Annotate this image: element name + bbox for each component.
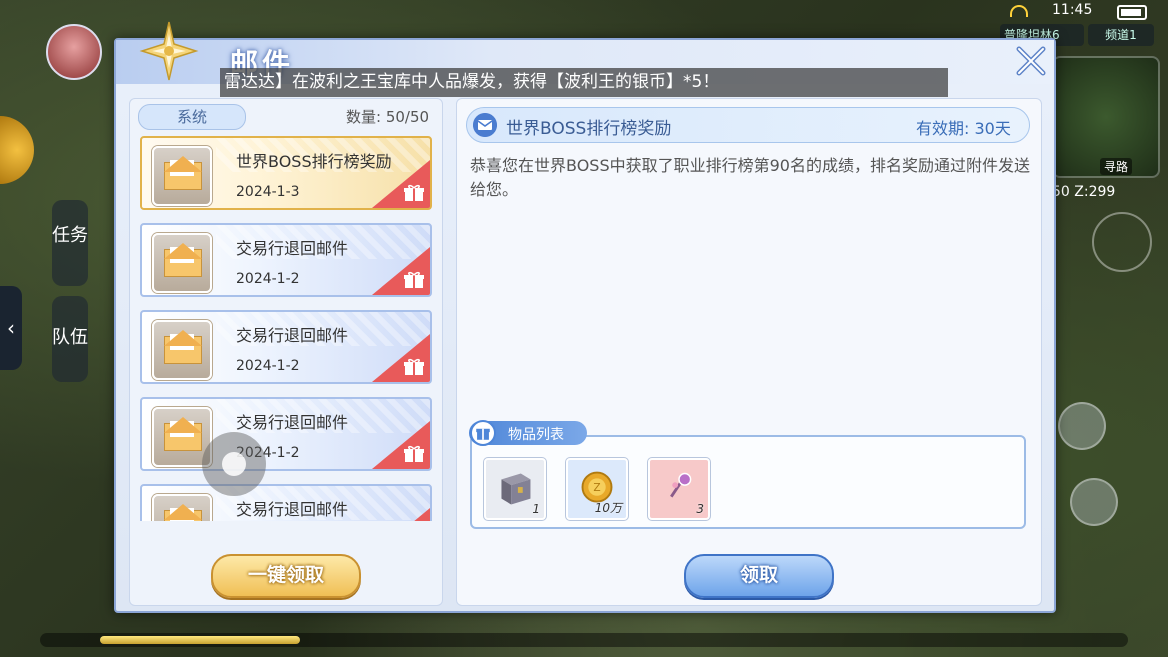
player-avatar[interactable] bbox=[46, 24, 102, 80]
gift-icon bbox=[404, 184, 424, 201]
experience-bar bbox=[40, 633, 1128, 647]
mail-count: 数量: 50/50 bbox=[346, 108, 430, 126]
team-tab[interactable]: 队伍 bbox=[52, 296, 88, 382]
coordinates-readout: 50 Z:299 bbox=[1052, 184, 1116, 200]
mail-item[interactable]: 世界BOSS排行榜奖励 2024-1-3 bbox=[140, 136, 432, 210]
claim-all-button[interactable]: 一键领取 bbox=[211, 554, 361, 598]
mail-item-title: 交易行退回邮件 bbox=[236, 500, 349, 519]
mail-item-date: 2024-1-2 bbox=[236, 358, 300, 374]
attachment-corner bbox=[372, 508, 430, 521]
gift-box-icon bbox=[470, 420, 496, 446]
attachment-label: 物品列表 bbox=[508, 427, 564, 443]
tab-system[interactable]: 系统 bbox=[138, 104, 246, 130]
camera-dpad[interactable] bbox=[1092, 212, 1152, 272]
close-icon[interactable] bbox=[1014, 44, 1048, 78]
mail-item[interactable]: 交易行退回邮件 2024-1-2 bbox=[140, 397, 432, 471]
attachment-item[interactable]: 1 bbox=[484, 458, 546, 520]
mail-list[interactable]: 世界BOSS排行榜奖励 2024-1-3 交易行退回邮件 2024-1-2 交易… bbox=[138, 136, 436, 521]
mail-item-title: 交易行退回邮件 bbox=[236, 326, 349, 345]
task-tab[interactable]: 任务 bbox=[52, 200, 88, 286]
channel-selector[interactable]: 频道1 bbox=[1088, 24, 1154, 46]
envelope-icon bbox=[152, 146, 212, 206]
mail-item-title: 世界BOSS排行榜奖励 bbox=[236, 152, 392, 171]
envelope-icon bbox=[152, 494, 212, 521]
side-expand-button[interactable]: ‹ bbox=[0, 286, 22, 370]
team-tab-label: 队伍 bbox=[52, 327, 88, 348]
gift-icon bbox=[404, 445, 424, 462]
gift-icon bbox=[404, 271, 424, 288]
broadcast-marquee: 雷达达】在波利之王宝库中人品爆发，获得【波利王的银币】*5！ bbox=[220, 68, 948, 97]
mail-item[interactable]: 交易行退回邮件 2024-1-2 bbox=[140, 310, 432, 384]
mail-item-title: 交易行退回邮件 bbox=[236, 239, 349, 258]
navigate-button[interactable]: 寻路 bbox=[1100, 158, 1133, 175]
item-count: 10万 bbox=[594, 501, 622, 515]
attachment-item[interactable]: 3 bbox=[648, 458, 710, 520]
mail-item-date: 2024-1-3 bbox=[236, 184, 300, 200]
attachment-item[interactable]: Z 10万 bbox=[566, 458, 628, 520]
experience-bar-fill bbox=[100, 636, 300, 644]
mail-item[interactable]: 交易行退回邮件 2024-1-2 bbox=[140, 223, 432, 297]
virtual-joystick[interactable] bbox=[202, 432, 266, 496]
item-count: 3 bbox=[696, 502, 704, 516]
item-count: 1 bbox=[532, 502, 540, 516]
star-emblem-icon bbox=[139, 21, 199, 81]
battery-icon bbox=[1117, 5, 1147, 20]
mail-item-date: 2024-1-2 bbox=[236, 271, 300, 287]
svg-text:Z: Z bbox=[593, 481, 600, 494]
envelope-icon bbox=[152, 233, 212, 293]
task-tab-label: 任务 bbox=[52, 225, 88, 246]
mail-item[interactable]: 交易行退回邮件 bbox=[140, 484, 432, 521]
mail-content: 恭喜您在世界BOSS中获取了职业排行榜第90名的成绩，排名奖励通过附件发送给您。 bbox=[470, 156, 1030, 199]
mail-item-title: 交易行退回邮件 bbox=[236, 413, 349, 432]
mail-detail-title: 世界BOSS排行榜奖励 bbox=[506, 119, 672, 139]
mail-icon bbox=[473, 113, 497, 137]
attachment-box bbox=[470, 435, 1026, 529]
wifi-icon bbox=[1010, 5, 1028, 17]
mail-expiry: 有效期: 30天 bbox=[916, 119, 1011, 138]
emote-button[interactable] bbox=[1058, 402, 1106, 450]
claim-button[interactable]: 领取 bbox=[684, 554, 834, 598]
status-time: 11:45 bbox=[1052, 2, 1093, 18]
envelope-icon bbox=[152, 320, 212, 380]
refresh-button[interactable] bbox=[1070, 478, 1118, 526]
gift-icon bbox=[404, 358, 424, 375]
